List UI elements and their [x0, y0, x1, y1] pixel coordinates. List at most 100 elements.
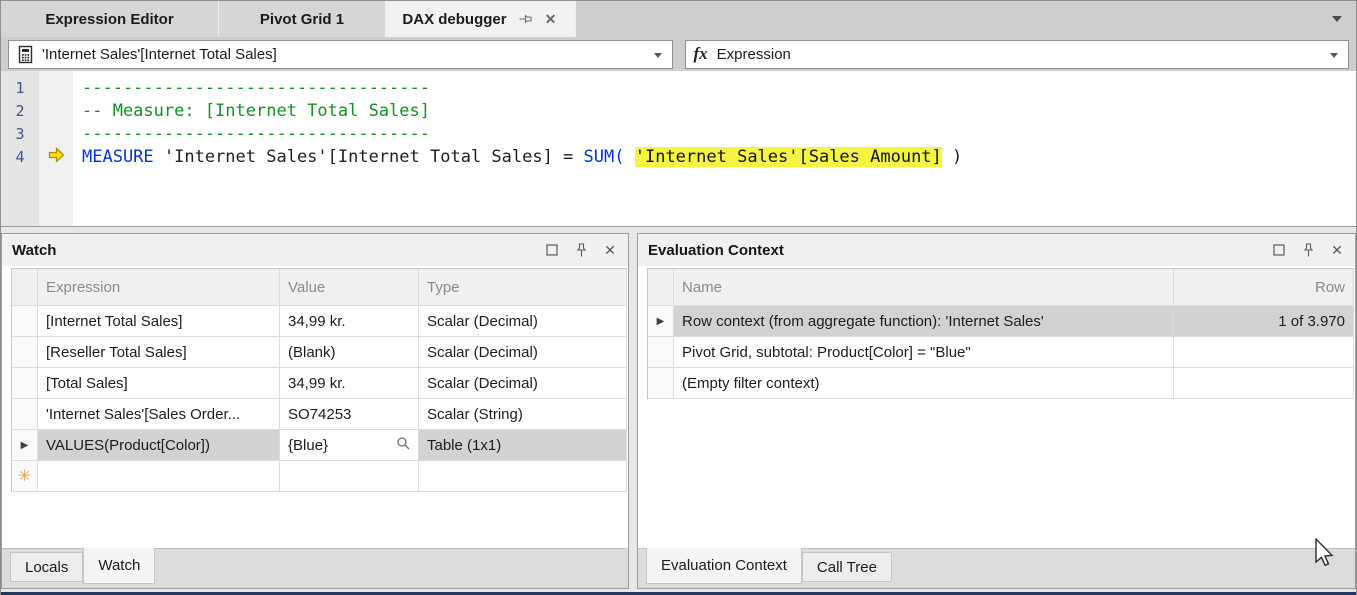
- evaluation-context-title: Evaluation Context: [648, 242, 1271, 259]
- watch-type-cell[interactable]: Scalar (String): [419, 399, 627, 430]
- close-icon[interactable]: ✕: [543, 11, 559, 27]
- maximize-icon[interactable]: [544, 242, 560, 258]
- close-icon[interactable]: ✕: [602, 242, 618, 258]
- context-row-cell[interactable]: 1 of 3.970: [1174, 306, 1354, 337]
- watch-panel-tab-watch[interactable]: Watch: [83, 548, 155, 584]
- watch-value-text: SO74253: [288, 406, 351, 423]
- watch-type-cell[interactable]: [419, 461, 627, 492]
- row-indicator-cell[interactable]: [12, 337, 38, 368]
- watch-value-cell[interactable]: SO74253: [280, 399, 419, 430]
- header-gutter-cell: [648, 269, 674, 306]
- watch-expression-cell[interactable]: [38, 461, 280, 492]
- document-tab-dax-debugger[interactable]: DAX debugger ✕: [386, 1, 576, 37]
- watch-row[interactable]: [Reseller Total Sales](Blank)Scalar (Dec…: [12, 337, 627, 368]
- tab-label: Locals: [25, 559, 68, 576]
- watch-value-cell[interactable]: (Blank): [280, 337, 419, 368]
- evaluation-context-titlebar: Evaluation Context ✕: [638, 234, 1355, 266]
- row-indicator-cell[interactable]: ▶: [12, 430, 38, 461]
- row-indicator-cell[interactable]: ▶: [648, 306, 674, 337]
- row-indicator-cell[interactable]: ✳: [12, 461, 38, 492]
- code-area[interactable]: ------------------------------------ Mea…: [73, 71, 1356, 226]
- context-table: NameRow▶Row context (from aggregate func…: [647, 268, 1354, 399]
- maximize-icon[interactable]: [1271, 242, 1287, 258]
- row-indicator-cell[interactable]: [12, 399, 38, 430]
- magnifier-icon[interactable]: [396, 436, 410, 454]
- context-row-cell[interactable]: [1174, 337, 1354, 368]
- column-header-row: Row: [1174, 269, 1354, 306]
- pin-icon[interactable]: [517, 11, 533, 27]
- column-header-value: Value: [280, 269, 419, 306]
- row-indicator-cell[interactable]: [12, 368, 38, 399]
- expression-toolbar: 'Internet Sales'[Internet Total Sales] f…: [1, 37, 1356, 71]
- watch-type-cell[interactable]: Scalar (Decimal): [419, 368, 627, 399]
- watch-value-text: 34,99 kr.: [288, 375, 346, 392]
- document-tab-pivot-grid-1[interactable]: Pivot Grid 1: [219, 1, 386, 37]
- watch-value-cell[interactable]: 34,99 kr.: [280, 306, 419, 337]
- watch-type-cell[interactable]: Scalar (Decimal): [419, 306, 627, 337]
- context-row[interactable]: Pivot Grid, subtotal: Product[Color] = "…: [648, 337, 1354, 368]
- watch-panel-tab-locals[interactable]: Locals: [10, 552, 83, 582]
- context-panel-tab-evaluation-context[interactable]: Evaluation Context: [646, 548, 802, 584]
- watch-row[interactable]: ▶VALUES(Product[Color]) {Blue} Table (1x1): [12, 430, 627, 461]
- marker-slot: [39, 100, 73, 123]
- close-icon[interactable]: ✕: [1329, 242, 1345, 258]
- current-statement-marker: [39, 146, 73, 169]
- watch-expression-cell[interactable]: 'Internet Sales'[Sales Order...: [38, 399, 280, 430]
- code-segment-comment: ----------------------------------: [82, 78, 430, 98]
- watch-expression-cell[interactable]: VALUES(Product[Color]): [38, 430, 280, 461]
- code-segment-comment: ----------------------------------: [82, 124, 430, 144]
- code-segment-plain: 'Internet Sales'[Internet Total Sales] =: [154, 147, 584, 167]
- tab-list-chevron-down-icon[interactable]: [1332, 16, 1342, 22]
- breakpoint-margin[interactable]: [39, 71, 73, 226]
- row-indicator-cell[interactable]: [648, 368, 674, 399]
- context-name-cell[interactable]: (Empty filter context): [674, 368, 1174, 399]
- code-line[interactable]: MEASURE 'Internet Sales'[Internet Total …: [82, 146, 1356, 169]
- watch-value-text: {Blue}: [288, 437, 328, 454]
- watch-expression-cell[interactable]: [Reseller Total Sales]: [38, 337, 280, 368]
- chevron-down-icon[interactable]: [654, 53, 662, 58]
- context-name-cell[interactable]: Pivot Grid, subtotal: Product[Color] = "…: [674, 337, 1174, 368]
- watch-value-cell[interactable]: {Blue}: [280, 430, 419, 461]
- pin-icon[interactable]: [1300, 242, 1316, 258]
- expression-combobox[interactable]: fx Expression: [685, 40, 1350, 69]
- code-segment-plain: [624, 147, 634, 167]
- context-row-cell[interactable]: [1174, 368, 1354, 399]
- watch-expression-cell[interactable]: [Internet Total Sales]: [38, 306, 280, 337]
- measure-combobox[interactable]: 'Internet Sales'[Internet Total Sales]: [8, 40, 673, 69]
- column-header-type: Type: [419, 269, 627, 306]
- line-number: 3: [1, 123, 39, 146]
- line-number: 1: [1, 77, 39, 100]
- code-editor[interactable]: 1234 -----------------------------------…: [1, 71, 1356, 227]
- watch-type-cell[interactable]: Scalar (Decimal): [419, 337, 627, 368]
- code-segment-keyword: SUM(: [584, 147, 625, 167]
- tab-label: Evaluation Context: [661, 557, 787, 574]
- chevron-down-icon[interactable]: [1330, 53, 1338, 58]
- code-line[interactable]: -- Measure: [Internet Total Sales]: [82, 100, 1356, 123]
- row-indicator-cell[interactable]: [12, 306, 38, 337]
- code-segment-keyword: MEASURE: [82, 147, 154, 167]
- code-line[interactable]: ----------------------------------: [82, 123, 1356, 146]
- watch-row[interactable]: 'Internet Sales'[Sales Order... SO74253 Sc…: [12, 399, 627, 430]
- document-tab-expression-editor[interactable]: Expression Editor: [1, 1, 219, 37]
- watch-type-cell[interactable]: Table (1x1): [419, 430, 627, 461]
- watch-row[interactable]: [Internet Total Sales]34,99 kr.Scalar (D…: [12, 306, 627, 337]
- marker-slot: [39, 123, 73, 146]
- watch-expression-cell[interactable]: [Total Sales]: [38, 368, 280, 399]
- pin-icon[interactable]: [573, 242, 589, 258]
- code-line[interactable]: ----------------------------------: [82, 77, 1356, 100]
- context-row[interactable]: ▶ Row context (from aggregate function): …: [648, 306, 1354, 337]
- watch-row[interactable]: ✳: [12, 461, 627, 492]
- watch-value-cell[interactable]: [280, 461, 419, 492]
- calculator-icon: [17, 46, 33, 62]
- row-indicator-cell[interactable]: [648, 337, 674, 368]
- context-row[interactable]: (Empty filter context): [648, 368, 1354, 399]
- expression-combobox-value: Expression: [717, 46, 791, 63]
- new-row-star-icon: ✳: [18, 466, 31, 486]
- context-name-cell[interactable]: Row context (from aggregate function): '…: [674, 306, 1174, 337]
- watch-value-cell[interactable]: 34,99 kr.: [280, 368, 419, 399]
- document-tab-label: DAX debugger: [402, 11, 506, 28]
- document-tab-label: Pivot Grid 1: [260, 11, 344, 28]
- watch-row[interactable]: [Total Sales] 34,99 kr. Scalar (Decimal): [12, 368, 627, 399]
- context-panel-tab-call-tree[interactable]: Call Tree: [802, 552, 892, 582]
- current-row-arrow-icon: ▶: [657, 316, 665, 327]
